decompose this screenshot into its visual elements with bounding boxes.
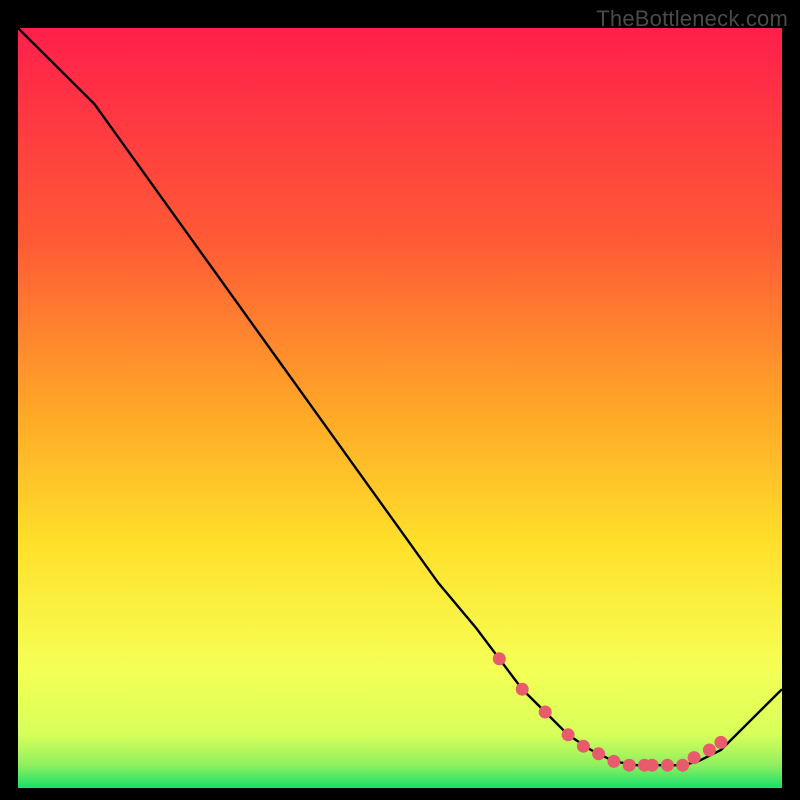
marker-point: [623, 759, 636, 772]
marker-point: [516, 683, 529, 696]
marker-point: [493, 652, 506, 665]
marker-point: [703, 744, 716, 757]
watermark-text: TheBottleneck.com: [596, 6, 788, 32]
chart-svg: [18, 28, 782, 788]
chart-frame: TheBottleneck.com: [0, 0, 800, 800]
marker-point: [688, 751, 701, 764]
marker-point: [539, 706, 552, 719]
marker-point: [714, 736, 727, 749]
marker-point: [607, 755, 620, 768]
marker-point: [676, 759, 689, 772]
marker-point: [646, 759, 659, 772]
gradient-background: [18, 28, 782, 788]
marker-point: [577, 740, 590, 753]
marker-point: [562, 728, 575, 741]
plot-area: [18, 28, 782, 788]
marker-point: [661, 759, 674, 772]
marker-point: [592, 747, 605, 760]
